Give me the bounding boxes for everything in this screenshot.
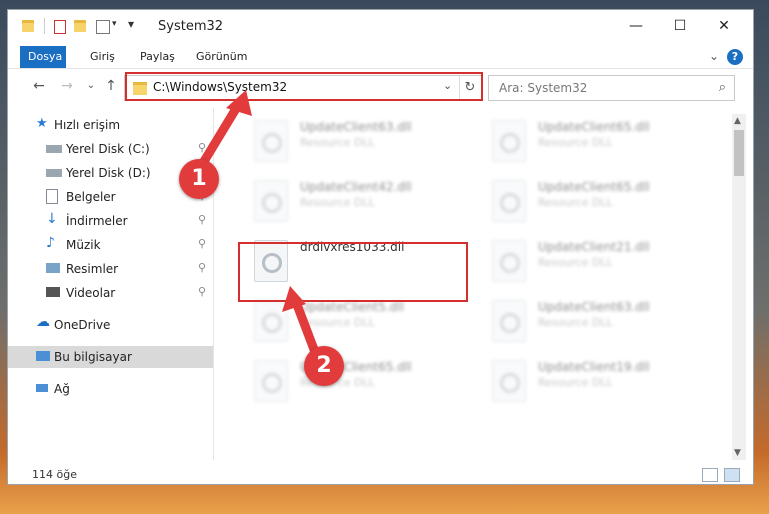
annotation-arrows	[195, 90, 323, 365]
arrow-1-shaft	[195, 97, 245, 173]
step-2-badge: 2	[304, 346, 344, 386]
step-1-badge: 1	[179, 159, 219, 199]
